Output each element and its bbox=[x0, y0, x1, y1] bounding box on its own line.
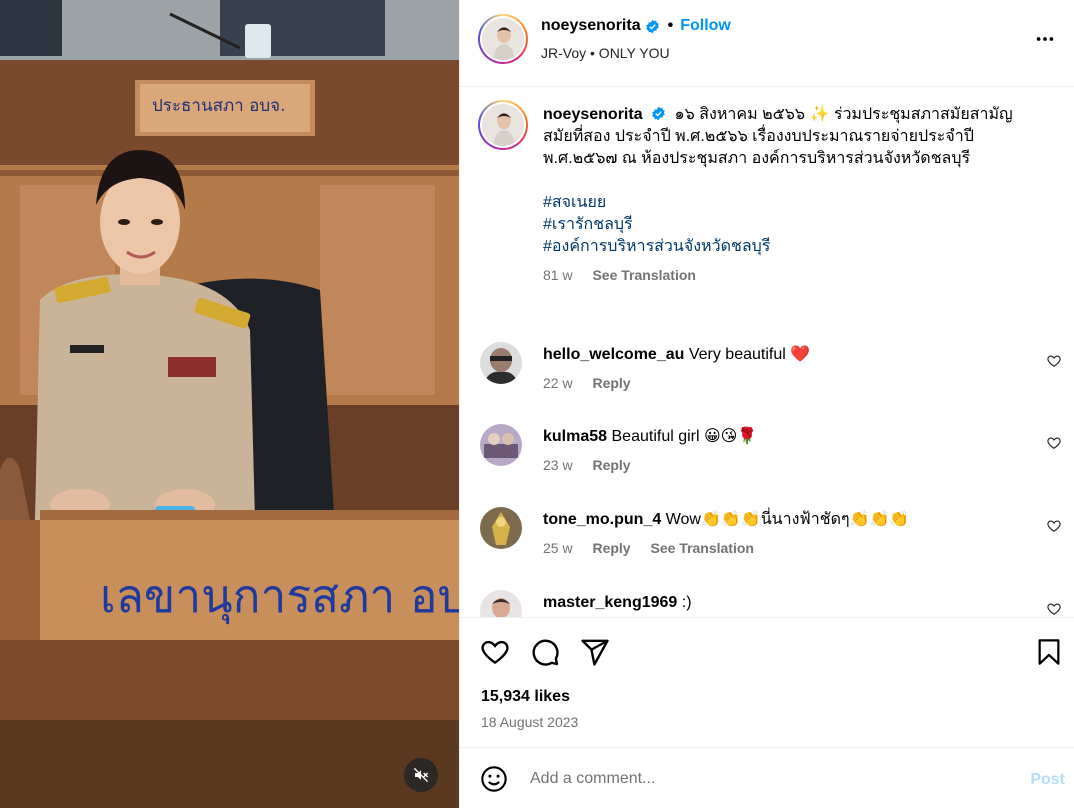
comment-username[interactable]: tone_mo.pun_4 bbox=[543, 511, 661, 528]
reply-button[interactable]: Reply bbox=[592, 457, 630, 473]
comment-item: hello_welcome_au Very beautiful ❤️ 22 w … bbox=[460, 342, 1074, 408]
post-comment-button[interactable]: Post bbox=[1030, 771, 1065, 789]
see-translation-button[interactable]: See Translation bbox=[592, 267, 695, 283]
comment-text: :) bbox=[681, 594, 692, 611]
caption-avatar-image bbox=[482, 104, 524, 146]
more-horizontal-icon bbox=[1036, 37, 1054, 41]
desk-sign-front: เลขานุการสภา อบจ bbox=[100, 569, 459, 623]
heart-outline-icon bbox=[1047, 355, 1061, 367]
caption-username[interactable]: noeysenorita bbox=[543, 106, 643, 123]
caption: noeysenorita ๑๖ สิงหาคม ๒๕๖๖ ✨ ร่วมประชุ… bbox=[460, 100, 1074, 320]
share-button[interactable] bbox=[580, 637, 610, 670]
comment-username[interactable]: hello_welcome_au bbox=[543, 346, 684, 363]
heart-outline-icon bbox=[1047, 437, 1061, 449]
comment-timestamp[interactable]: 25 w bbox=[543, 540, 573, 556]
hashtag-link[interactable]: #องค์การบริหารส่วนจังหวัดชลบุรี bbox=[543, 236, 1045, 258]
heart-outline-icon bbox=[1047, 603, 1061, 615]
speaker-muted-icon bbox=[413, 767, 429, 783]
commenter-avatar[interactable] bbox=[480, 590, 522, 617]
comment-text: Very beautiful ❤️ bbox=[688, 346, 811, 363]
comment-bubble-icon bbox=[532, 639, 559, 666]
commenter-avatar[interactable] bbox=[480, 342, 522, 384]
commenter-avatar-image bbox=[480, 424, 522, 466]
like-button[interactable] bbox=[480, 637, 510, 670]
comment-username[interactable]: kulma58 bbox=[543, 428, 607, 445]
emoji-smiley-icon bbox=[481, 766, 507, 792]
post-side-panel: noeysenorita • Follow JR-Voy • ONLY YOU bbox=[459, 0, 1074, 808]
author-username[interactable]: noeysenorita bbox=[541, 17, 641, 35]
commenter-avatar-image bbox=[480, 507, 522, 549]
comment-timestamp[interactable]: 22 w bbox=[543, 375, 573, 391]
paper-plane-icon bbox=[581, 639, 609, 666]
bookmark-icon bbox=[1038, 639, 1060, 665]
comment-timestamp[interactable]: 23 w bbox=[543, 457, 573, 473]
verified-badge-icon bbox=[652, 106, 665, 121]
separator-dot: • bbox=[667, 17, 674, 34]
commenter-avatar[interactable] bbox=[480, 507, 522, 549]
heart-icon bbox=[481, 640, 509, 665]
commenter-avatar-image bbox=[480, 342, 522, 384]
author-avatar[interactable] bbox=[478, 14, 528, 64]
add-comment-bar: Post bbox=[460, 747, 1074, 808]
comment-text: Beautiful girl 😀😘🌹 bbox=[611, 428, 758, 445]
more-options-button[interactable] bbox=[1034, 28, 1056, 53]
author-avatar-image bbox=[482, 18, 524, 60]
save-button[interactable] bbox=[1035, 637, 1063, 670]
comment-item: master_keng1969 :) bbox=[460, 590, 1074, 617]
reply-button[interactable]: Reply bbox=[592, 375, 630, 391]
comment-item: tone_mo.pun_4 Wow👏👏👏นี่นางฟ้าชัดๆ👏👏👏 25 … bbox=[460, 507, 1074, 573]
emoji-picker-button[interactable] bbox=[480, 765, 508, 796]
comment-text: Wow👏👏👏นี่นางฟ้าชัดๆ👏👏👏 bbox=[665, 511, 910, 528]
comment-username[interactable]: master_keng1969 bbox=[543, 594, 677, 611]
like-comment-button[interactable] bbox=[1047, 602, 1061, 617]
mute-button[interactable] bbox=[404, 758, 438, 792]
likes-count[interactable]: 15,934 likes bbox=[481, 688, 570, 706]
comment-input[interactable] bbox=[530, 766, 1000, 792]
post-photo bbox=[0, 0, 459, 808]
like-comment-button[interactable] bbox=[1047, 354, 1061, 371]
hashtag-link[interactable]: #เรารักชลบุรี bbox=[543, 214, 1045, 236]
reply-button[interactable]: Reply bbox=[592, 540, 630, 556]
caption-timestamp[interactable]: 81 w bbox=[543, 267, 573, 283]
like-comment-button[interactable] bbox=[1047, 519, 1061, 536]
post-header: noeysenorita • Follow JR-Voy • ONLY YOU bbox=[460, 0, 1074, 87]
caption-author-avatar[interactable] bbox=[478, 100, 528, 150]
hashtag-link[interactable]: #สจเนยย bbox=[543, 192, 1045, 214]
comment-button[interactable] bbox=[530, 637, 560, 670]
audio-track-link[interactable]: JR-Voy • ONLY YOU bbox=[541, 45, 670, 61]
commenter-avatar-image bbox=[480, 590, 522, 617]
like-comment-button[interactable] bbox=[1047, 436, 1061, 453]
follow-button[interactable]: Follow bbox=[680, 17, 731, 35]
desk-sign-top: ประธานสภา อบจ. bbox=[152, 96, 286, 116]
commenter-avatar[interactable] bbox=[480, 424, 522, 466]
heart-outline-icon bbox=[1047, 520, 1061, 532]
post-date[interactable]: 18 August 2023 bbox=[481, 714, 578, 730]
comment-item: kulma58 Beautiful girl 😀😘🌹 23 w Reply bbox=[460, 424, 1074, 490]
post-media[interactable]: ประธานสภา อบจ. เลขานุการสภา อบจ bbox=[0, 0, 459, 808]
post-actions: 15,934 likes 18 August 2023 bbox=[460, 617, 1074, 747]
verified-badge-icon bbox=[645, 19, 659, 33]
see-translation-button[interactable]: See Translation bbox=[650, 540, 753, 556]
comments-list[interactable]: noeysenorita ๑๖ สิงหาคม ๒๕๖๖ ✨ ร่วมประชุ… bbox=[460, 88, 1074, 617]
